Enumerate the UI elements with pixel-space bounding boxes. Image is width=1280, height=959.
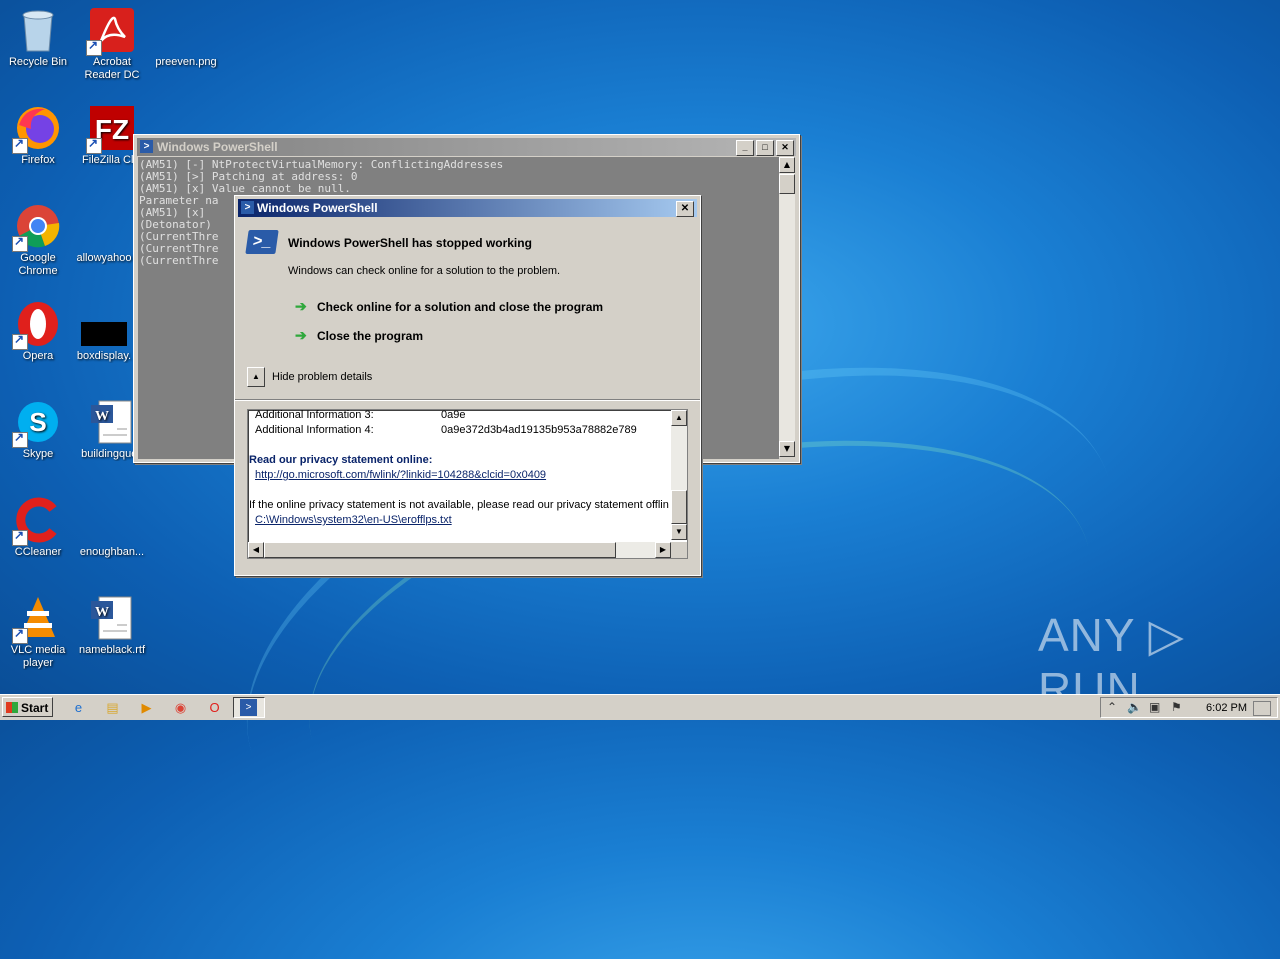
- word-doc-icon: W: [88, 398, 136, 446]
- ccleaner-icon: [12, 496, 62, 546]
- offline-privacy-text: If the online privacy statement is not a…: [249, 499, 669, 511]
- system-tray: ⌃ 🔈 ▣ ⚑ 6:02 PM: [1100, 697, 1278, 718]
- detail-label: Additional Information 4:: [255, 424, 374, 436]
- powershell-icon: >: [240, 699, 257, 716]
- scroll-thumb[interactable]: [264, 542, 616, 558]
- filezilla-icon: FZ: [86, 104, 136, 154]
- desktop-icon-recycle-bin[interactable]: Recycle Bin: [0, 6, 76, 69]
- detail-row: Additional Information 3: 0a9e: [255, 410, 465, 421]
- svg-text:W: W: [95, 605, 109, 620]
- desktop-icon-chrome[interactable]: Google Chrome: [0, 202, 76, 278]
- detail-row: Additional Information 4: 0a9e372d3b4ad1…: [255, 424, 637, 436]
- hide-details-toggle[interactable]: ▲ Hide problem details: [247, 367, 372, 387]
- desktop-icon-vlc[interactable]: VLC media player: [0, 594, 76, 670]
- hide-details-label: Hide problem details: [272, 371, 373, 383]
- chevron-up-icon[interactable]: ▲: [247, 367, 265, 387]
- powershell-app-icon: >_: [245, 230, 279, 254]
- opera-icon: [12, 300, 62, 350]
- problem-details-box[interactable]: Additional Information 3: 0a9e Additiona…: [247, 409, 688, 559]
- dialog-subtext: Windows can check online for a solution …: [288, 265, 561, 277]
- opera-icon[interactable]: O: [206, 699, 223, 716]
- chrome-icon: [12, 202, 62, 252]
- details-horizontal-scrollbar[interactable]: ◀ ▶: [248, 542, 671, 558]
- svg-text:S: S: [29, 407, 46, 437]
- volume-icon[interactable]: 🔈: [1127, 700, 1142, 714]
- close-program-label: Close the program: [317, 328, 424, 343]
- media-player-icon[interactable]: ▶: [138, 699, 155, 716]
- scrollbar-corner: [671, 542, 687, 558]
- svg-text:W: W: [95, 409, 109, 424]
- black-file-icon: [80, 300, 128, 348]
- desktop-icon-preeven[interactable]: preeven.png: [148, 6, 224, 69]
- scroll-down-arrow-icon[interactable]: ▼: [671, 524, 687, 540]
- console-vertical-scrollbar[interactable]: ▲ ▼: [779, 157, 795, 457]
- console-titlebar[interactable]: > Windows PowerShell _ □ ✕: [137, 138, 796, 156]
- detail-label: Additional Information 3:: [255, 410, 374, 421]
- dialog-title: Windows PowerShell: [257, 201, 378, 215]
- word-doc-icon: W: [88, 594, 136, 642]
- recycle-bin-icon: [14, 6, 62, 54]
- maximize-button[interactable]: □: [756, 140, 774, 156]
- clock[interactable]: 6:02 PM: [1206, 702, 1247, 714]
- scroll-up-arrow-icon[interactable]: ▲: [671, 410, 687, 426]
- scroll-up-arrow-icon[interactable]: ▲: [779, 157, 795, 173]
- check-online-option[interactable]: ➔ Check online for a solution and close …: [295, 298, 603, 315]
- console-line: (AM51) [x] Value cannot be null.: [139, 182, 351, 195]
- firefox-icon: [12, 104, 62, 154]
- chevron-up-icon[interactable]: ⌃: [1107, 700, 1117, 714]
- scroll-right-arrow-icon[interactable]: ▶: [655, 542, 671, 558]
- start-button[interactable]: Start: [2, 697, 53, 717]
- close-program-option[interactable]: ➔ Close the program: [295, 327, 423, 344]
- dialog-titlebar[interactable]: > Windows PowerShell ✕: [238, 199, 697, 217]
- scroll-thumb[interactable]: [779, 174, 795, 194]
- desktop-icon-boxdisplay[interactable]: boxdisplay.: [66, 300, 142, 363]
- taskbar: Start e ▤ ▶ ◉ O > ⌃ 🔈 ▣ ⚑ 6:02 PM: [0, 694, 1280, 720]
- detail-value: 0a9e372d3b4ad19135b953a78882e789: [441, 424, 637, 436]
- dialog-close-button[interactable]: ✕: [676, 201, 694, 217]
- privacy-offline-link[interactable]: C:\Windows\system32\en-US\erofflps.txt: [255, 514, 452, 526]
- file-icon: [88, 496, 136, 544]
- network-icon[interactable]: ▣: [1149, 700, 1160, 714]
- desktop-icon-ccleaner[interactable]: CCleaner: [0, 496, 76, 559]
- desktop-icon-nameblack[interactable]: W nameblack.rtf: [74, 594, 150, 657]
- green-arrow-icon: ➔: [295, 327, 307, 343]
- desktop-icon-skype[interactable]: S Skype: [0, 398, 76, 461]
- desktop-icon-allowyahoo[interactable]: allowyahoo: [66, 202, 142, 265]
- console-title: Windows PowerShell: [157, 140, 278, 154]
- desktop-icon-firefox[interactable]: Firefox: [0, 104, 76, 167]
- scroll-left-arrow-icon[interactable]: ◀: [248, 542, 264, 558]
- dialog-heading: Windows PowerShell has stopped working: [288, 236, 532, 250]
- error-dialog[interactable]: > Windows PowerShell ✕ >_ Windows PowerS…: [234, 195, 701, 576]
- scroll-down-arrow-icon[interactable]: ▼: [779, 441, 795, 457]
- desktop-icon-acrobat[interactable]: Acrobat Reader DC: [74, 6, 150, 82]
- powershell-icon: >: [140, 140, 153, 153]
- image-file-icon: [162, 6, 210, 54]
- close-button[interactable]: ✕: [776, 140, 794, 156]
- privacy-online-link[interactable]: http://go.microsoft.com/fwlink/?linkid=1…: [255, 469, 546, 481]
- green-arrow-icon: ➔: [295, 298, 307, 314]
- desktop-icon-opera[interactable]: Opera: [0, 300, 76, 363]
- privacy-heading: Read our privacy statement online:: [249, 454, 433, 466]
- taskbar-powershell-button[interactable]: >: [233, 697, 265, 718]
- explorer-icon[interactable]: ▤: [104, 699, 121, 716]
- powershell-icon: >: [241, 201, 254, 214]
- vlc-icon: [12, 594, 62, 644]
- check-online-label: Check online for a solution and close th…: [317, 299, 604, 314]
- problem-details-text[interactable]: Additional Information 3: 0a9e Additiona…: [249, 410, 669, 540]
- scroll-thumb[interactable]: [671, 490, 687, 524]
- minimize-button[interactable]: _: [736, 140, 754, 156]
- flag-icon[interactable]: ⚑: [1171, 700, 1182, 714]
- skype-icon: S: [12, 398, 62, 448]
- acrobat-icon: [86, 6, 136, 56]
- show-desktop-button[interactable]: [1253, 701, 1271, 716]
- ie-icon[interactable]: e: [70, 699, 87, 716]
- desktop-icon-enoughban[interactable]: enoughban...: [74, 496, 150, 559]
- details-vertical-scrollbar[interactable]: ▲ ▼: [671, 410, 687, 540]
- chrome-icon[interactable]: ◉: [172, 699, 189, 716]
- file-icon: [80, 202, 128, 250]
- divider: [235, 399, 700, 401]
- detail-value: 0a9e: [441, 410, 466, 421]
